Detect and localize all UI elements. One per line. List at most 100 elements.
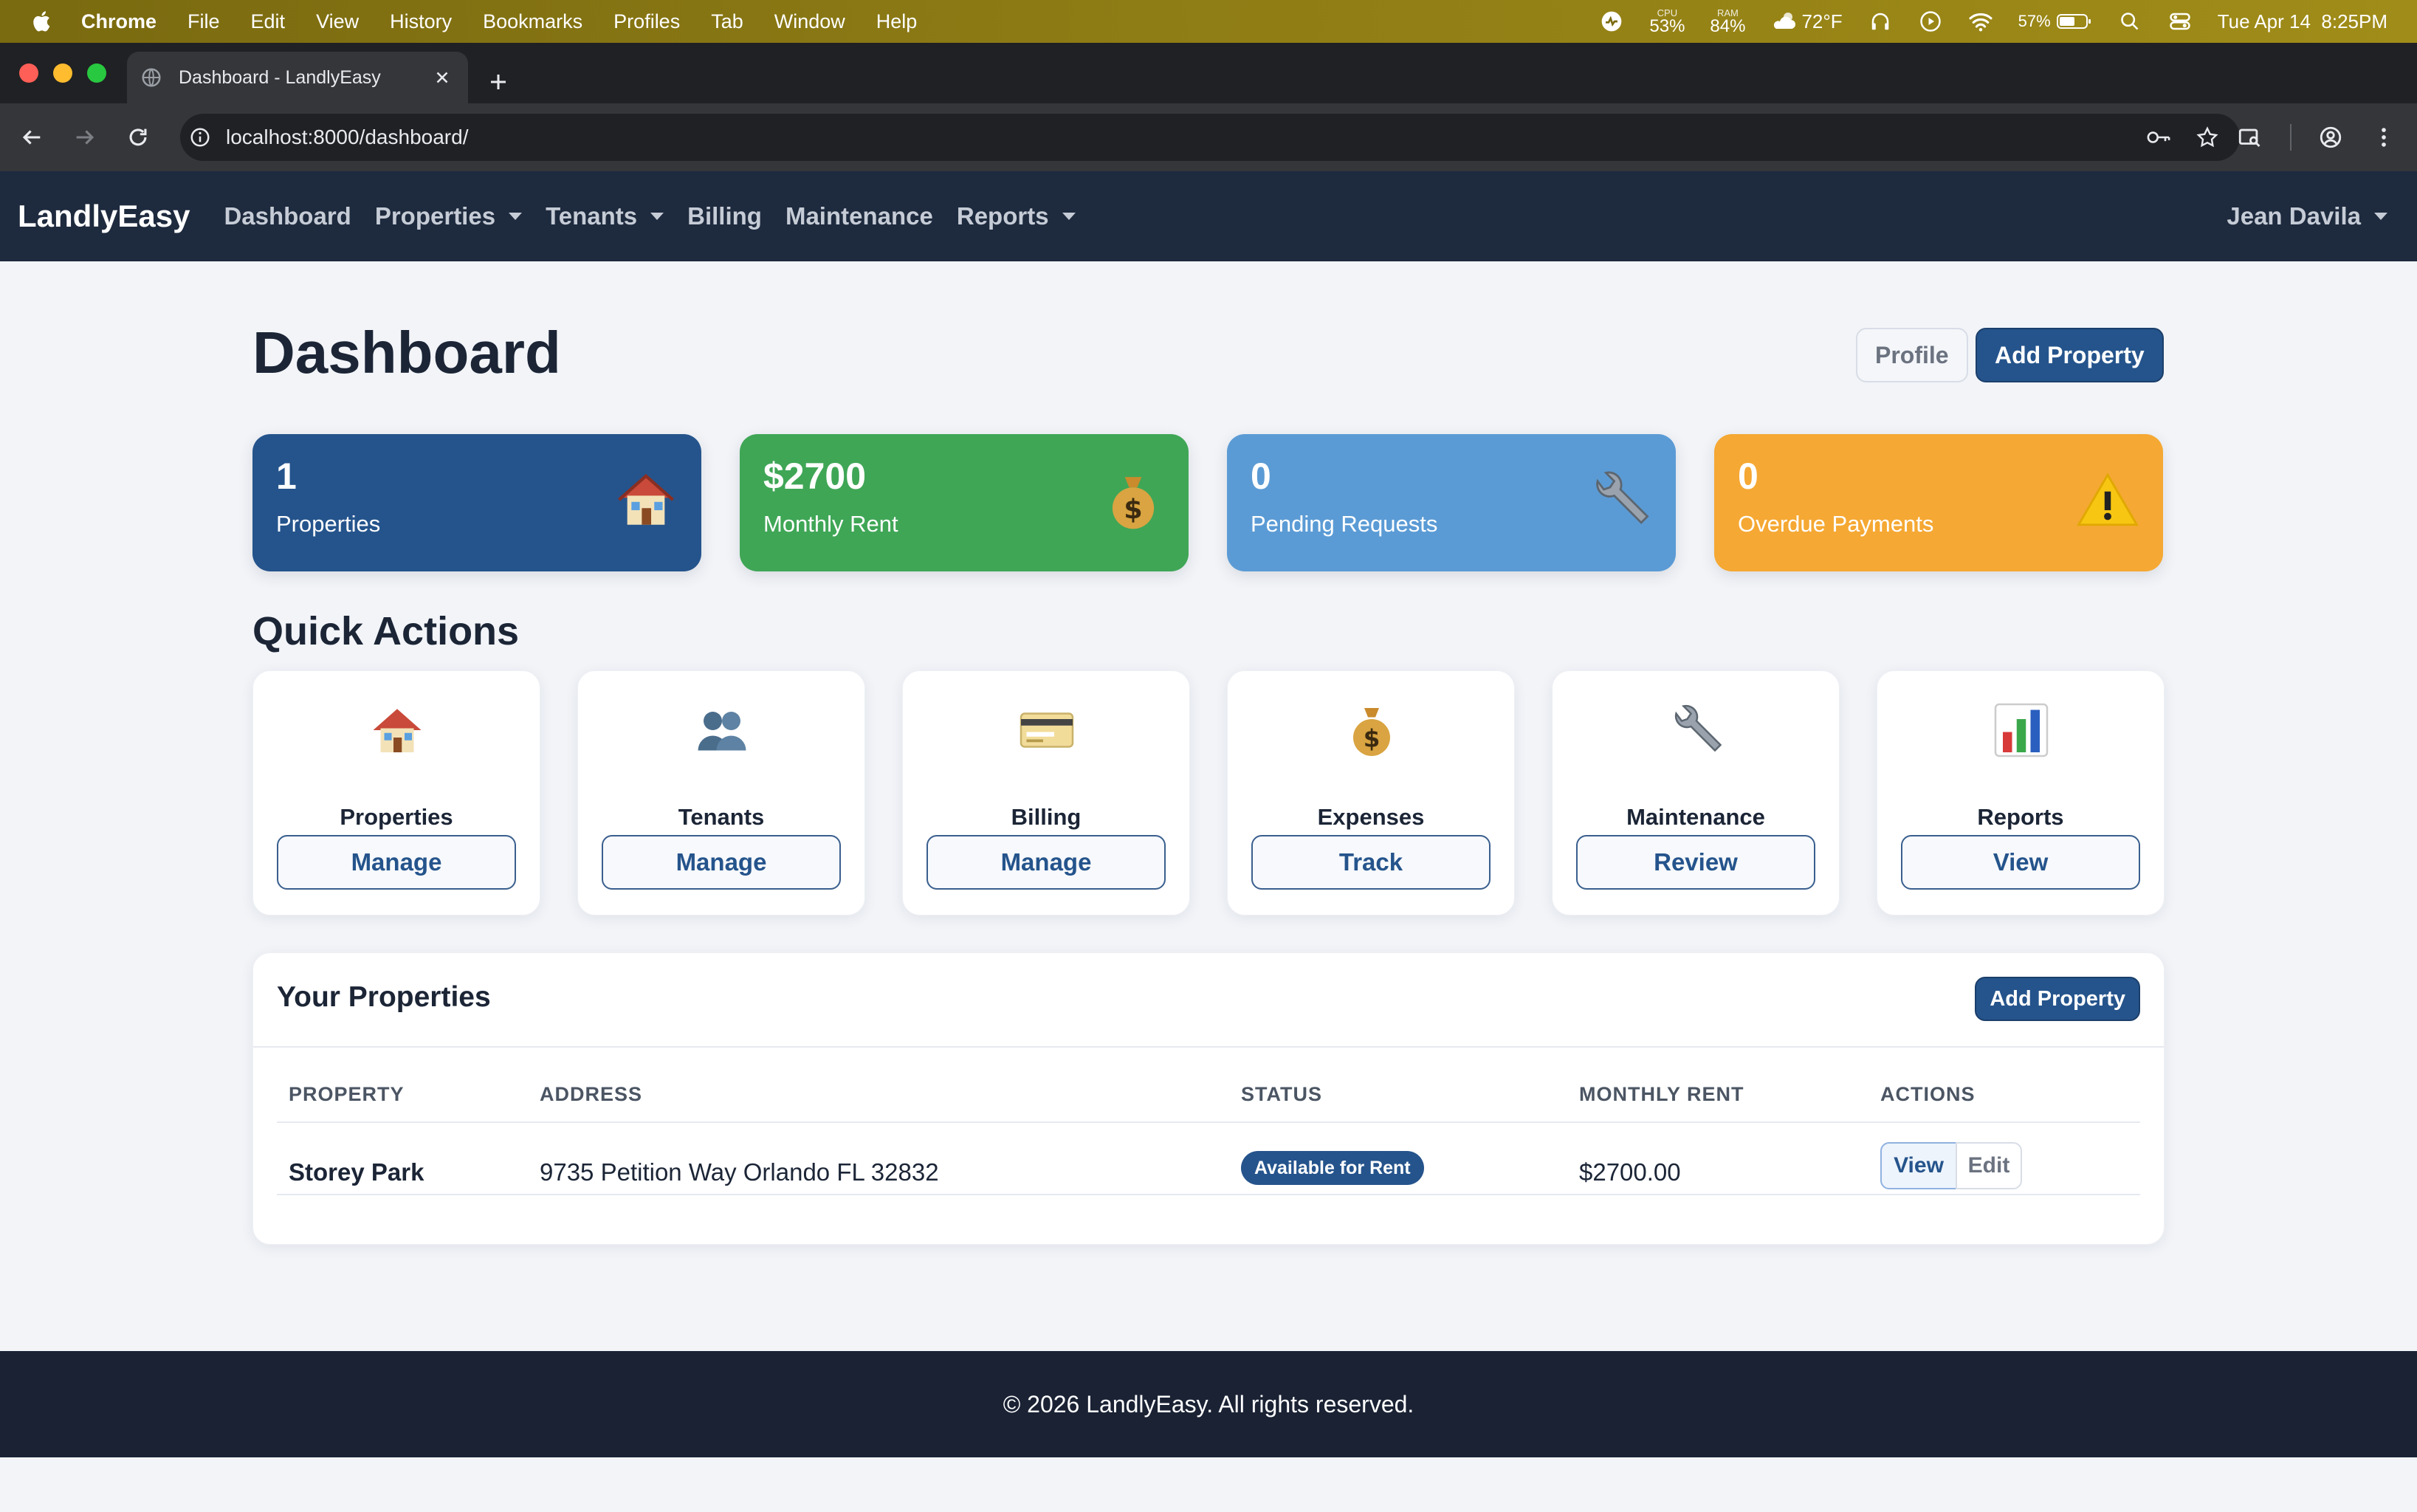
house-icon: [618, 473, 674, 525]
apple-icon[interactable]: [31, 10, 55, 33]
caret-down-icon: [509, 213, 523, 220]
window-zoom-button[interactable]: [87, 63, 106, 83]
view-property-button[interactable]: View: [1880, 1142, 1957, 1189]
app-navbar: LandlyEasy Dashboard Properties Tenants …: [0, 171, 2417, 261]
nav-dashboard-label: Dashboard: [224, 202, 351, 230]
forward-arrow-icon[interactable]: [72, 125, 97, 150]
reload-icon[interactable]: [126, 125, 151, 150]
browser-toolbar: localhost:8000/dashboard/: [0, 103, 2417, 171]
svg-text:$: $: [1364, 725, 1381, 753]
cpu-stat[interactable]: CPU 53%: [1649, 8, 1685, 35]
track-expenses-button[interactable]: Track: [1251, 835, 1491, 890]
quick-action-maintenance: Maintenance Review: [1552, 670, 1840, 915]
wrench-icon: [1596, 471, 1649, 524]
column-header-address: ADDRESS: [540, 1083, 643, 1105]
menu-profiles[interactable]: Profiles: [613, 10, 680, 33]
nav-tenants-dropdown[interactable]: Tenants: [546, 202, 664, 230]
menu-tab[interactable]: Tab: [711, 10, 743, 33]
money-bag-icon: $: [1353, 708, 1390, 756]
profile-button[interactable]: Profile: [1856, 328, 1968, 382]
activity-monitor-icon[interactable]: [1599, 9, 1624, 34]
wifi-icon[interactable]: [1968, 9, 1993, 34]
macos-menu-bar: Chrome File Edit View History Bookmarks …: [0, 0, 2417, 43]
menu-bookmarks[interactable]: Bookmarks: [483, 10, 582, 33]
globe-icon: [142, 68, 161, 87]
menu-history[interactable]: History: [390, 10, 452, 33]
add-property-small-button[interactable]: Add Property: [1975, 977, 2140, 1021]
page-title: Dashboard: [252, 320, 561, 385]
caret-down-icon: [650, 213, 664, 220]
user-menu-dropdown[interactable]: Jean Davila: [2227, 171, 2387, 261]
footer-copyright: © 2026 LandlyEasy. All rights reserved.: [1003, 1390, 1414, 1418]
tab-title: Dashboard - LandlyEasy: [179, 66, 381, 88]
svg-text:$: $: [1124, 493, 1142, 525]
window-minimize-button[interactable]: [53, 63, 72, 83]
menu-view[interactable]: View: [316, 10, 359, 33]
credit-card-icon: [1020, 712, 1074, 748]
nav-maintenance[interactable]: Maintenance: [785, 202, 933, 230]
review-maintenance-button[interactable]: Review: [1576, 835, 1815, 890]
bar-chart-icon: [1994, 703, 2049, 757]
headphones-icon[interactable]: [1868, 9, 1893, 34]
stat-card-overdue-payments[interactable]: 0 Overdue Payments: [1714, 434, 2163, 571]
new-tab-icon[interactable]: [487, 71, 509, 93]
quick-action-title: Billing: [1011, 804, 1082, 830]
nav-tenants-label: Tenants: [546, 202, 638, 230]
stat-card-pending-requests[interactable]: 0 Pending Requests: [1227, 434, 1676, 571]
nav-properties-dropdown[interactable]: Properties: [375, 202, 523, 230]
nav-maintenance-label: Maintenance: [785, 202, 933, 230]
your-properties-heading: Your Properties: [277, 981, 491, 1013]
play-icon[interactable]: [1918, 9, 1943, 34]
add-property-button[interactable]: Add Property: [1976, 328, 2164, 382]
status-badge: Available for Rent: [1241, 1151, 1424, 1185]
edit-property-button[interactable]: Edit: [1956, 1142, 2022, 1189]
control-center-icon[interactable]: [2167, 9, 2193, 34]
cast-search-icon[interactable]: [2237, 125, 2262, 150]
ram-stat[interactable]: RAM 84%: [1710, 8, 1745, 35]
window-close-button[interactable]: [19, 63, 38, 83]
nav-billing[interactable]: Billing: [687, 202, 762, 230]
back-arrow-icon[interactable]: [19, 125, 44, 150]
battery-icon: [2056, 14, 2091, 29]
quick-action-title: Properties: [340, 804, 453, 830]
kebab-menu-icon[interactable]: [2371, 125, 2396, 150]
manage-properties-button[interactable]: Manage: [277, 835, 516, 890]
menu-app-name[interactable]: Chrome: [81, 10, 157, 33]
menu-help[interactable]: Help: [876, 10, 918, 33]
nav-dashboard[interactable]: Dashboard: [224, 202, 351, 230]
bookmark-star-icon[interactable]: [2196, 126, 2219, 149]
menu-clock[interactable]: Tue Apr 14 8:25PM: [2218, 10, 2387, 33]
column-header-property: PROPERTY: [289, 1083, 405, 1105]
menu-window[interactable]: Window: [774, 10, 845, 33]
weather-temp: 72°F: [1801, 10, 1843, 32]
toolbar-divider: [2290, 124, 2291, 151]
spotlight-search-icon[interactable]: [2117, 9, 2142, 34]
profile-avatar-icon[interactable]: [2318, 125, 2343, 150]
address-bar[interactable]: localhost:8000/dashboard/: [180, 114, 2240, 161]
table-row-divider: [277, 1194, 2140, 1195]
site-info-icon[interactable]: [189, 126, 211, 148]
nav-reports-dropdown[interactable]: Reports: [957, 202, 1076, 230]
menu-file[interactable]: File: [188, 10, 220, 33]
brand-logo[interactable]: LandlyEasy: [18, 199, 190, 234]
manage-billing-button[interactable]: Manage: [926, 835, 1166, 890]
close-tab-icon[interactable]: [433, 68, 452, 87]
menu-edit[interactable]: Edit: [251, 10, 286, 33]
view-reports-button[interactable]: View: [1901, 835, 2140, 890]
browser-tab-strip: Dashboard - LandlyEasy: [0, 43, 2417, 103]
quick-action-tenants: Tenants Manage: [577, 670, 865, 915]
stat-card-monthly-rent[interactable]: $2700 Monthly Rent $: [740, 434, 1189, 571]
browser-tab-active[interactable]: Dashboard - LandlyEasy: [127, 52, 468, 103]
battery-status[interactable]: 57%: [2018, 12, 2092, 31]
your-properties-card: Your Properties Add Property PROPERTY AD…: [252, 952, 2165, 1245]
manage-tenants-button[interactable]: Manage: [602, 835, 841, 890]
password-key-icon[interactable]: [2145, 126, 2172, 149]
money-bag-icon: $: [1112, 477, 1155, 529]
stat-card-properties[interactable]: 1 Properties: [252, 434, 701, 571]
column-header-status: STATUS: [1241, 1083, 1322, 1105]
ram-value: 84%: [1710, 16, 1746, 36]
property-name: Storey Park: [289, 1158, 424, 1186]
warning-icon: [2077, 472, 2139, 526]
battery-percent: 57%: [2018, 12, 2051, 30]
weather-status[interactable]: 72°F: [1770, 10, 1843, 33]
